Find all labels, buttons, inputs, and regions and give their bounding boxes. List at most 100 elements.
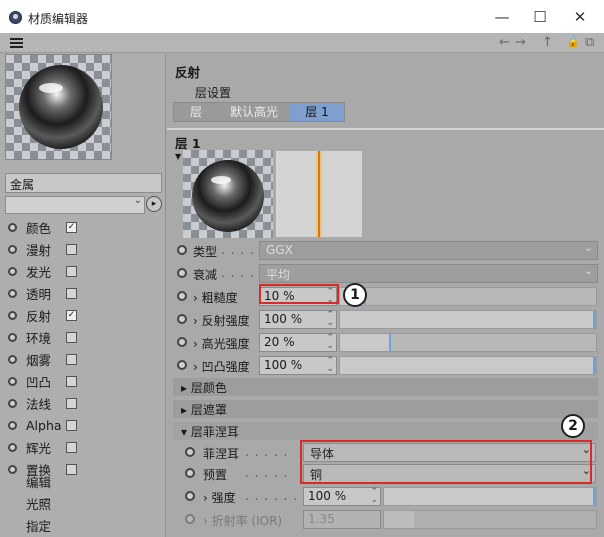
fold-layer-color[interactable]: ▸ 层颜色 bbox=[173, 378, 598, 396]
material-name-field[interactable]: 金属 bbox=[5, 173, 162, 193]
strength-slider[interactable] bbox=[383, 487, 597, 506]
material-preview[interactable] bbox=[5, 54, 112, 160]
layer-tabs: 层 默认高光 层 1 bbox=[173, 102, 345, 122]
ior-row: › 折射率 (IOR) 1.35 bbox=[173, 509, 598, 530]
channel-item[interactable]: 法线 bbox=[8, 393, 77, 413]
channel-assign[interactable]: 指定 bbox=[26, 516, 51, 535]
strength-row: › 强度 . . . . . . 100 % ⌃ ⌄ bbox=[173, 486, 598, 507]
animate-dot-icon[interactable] bbox=[177, 268, 187, 278]
channel-dot-icon bbox=[8, 222, 17, 232]
material-editor-window: 材质编辑器 — ☐ ✕ ← → ↑ 🔓 ⧉ 金属 ⌄ ▸ 颜色 ✓ 漫射 发光 … bbox=[0, 0, 604, 537]
channel-item[interactable]: Alpha bbox=[8, 415, 77, 435]
lock-icon[interactable]: 🔓 bbox=[566, 35, 580, 48]
animate-dot-icon[interactable] bbox=[177, 360, 187, 370]
channel-item[interactable]: 漫射 bbox=[8, 239, 77, 259]
tab-default-specular[interactable]: 默认高光 bbox=[218, 103, 290, 121]
channel-checkbox[interactable] bbox=[66, 397, 77, 409]
channel-dot-icon bbox=[8, 244, 17, 254]
channel-dot-icon bbox=[8, 442, 17, 452]
channel-item[interactable]: 反射 ✓ bbox=[8, 305, 77, 325]
strength-field[interactable]: 100 % ⌃ ⌄ bbox=[303, 487, 381, 506]
channel-item[interactable]: 烟雾 bbox=[8, 349, 77, 369]
channel-label: 漫射 bbox=[26, 242, 52, 258]
channel-item[interactable]: 透明 bbox=[8, 283, 77, 303]
channel-label: 环境 bbox=[26, 330, 52, 346]
channel-label: 法线 bbox=[26, 396, 52, 412]
animate-dot-icon[interactable] bbox=[177, 245, 187, 255]
specular-curve-preview bbox=[275, 150, 363, 238]
divider bbox=[167, 128, 604, 130]
slider-label: › 凹凸强度 bbox=[193, 360, 250, 374]
window-title: 材质编辑器 bbox=[28, 12, 89, 26]
channel-item[interactable]: 环境 bbox=[8, 327, 77, 347]
channel-edit[interactable]: 编辑 bbox=[26, 472, 51, 491]
target-pick-icon[interactable]: ▸ bbox=[146, 196, 162, 212]
strength-label: › 强度 bbox=[203, 491, 236, 505]
material-combo[interactable]: ⌄ bbox=[5, 195, 145, 214]
preset-label: 预置 bbox=[203, 468, 228, 482]
animate-dot-icon[interactable] bbox=[185, 447, 195, 457]
collapse-triangle-icon[interactable]: ▼ bbox=[175, 152, 181, 161]
slider-track[interactable] bbox=[339, 287, 597, 306]
dot-leader: . . . . . bbox=[245, 445, 289, 459]
channel-label: 凹凸 bbox=[26, 374, 52, 390]
attenuation-dropdown[interactable]: 平均 ⌄ bbox=[259, 264, 598, 283]
maximize-icon[interactable]: ☐ bbox=[522, 6, 558, 28]
channel-dot-icon bbox=[8, 332, 17, 342]
channel-lighting[interactable]: 光照 bbox=[26, 494, 51, 513]
fold-layer-fresnel[interactable]: ▾ 层菲涅耳 bbox=[173, 422, 598, 440]
ior-slider bbox=[383, 510, 597, 529]
channel-label: 反射 bbox=[26, 308, 52, 324]
spinner-icon[interactable]: ⌃ ⌄ bbox=[326, 357, 334, 374]
spinner-icon[interactable]: ⌃ ⌄ bbox=[370, 488, 378, 505]
spinner-icon[interactable]: ⌃ ⌄ bbox=[326, 334, 334, 351]
animate-dot-icon[interactable] bbox=[185, 491, 195, 501]
slider-value: 100 % bbox=[264, 358, 303, 372]
tab-layer[interactable]: 层 bbox=[174, 103, 218, 121]
channel-checkbox[interactable] bbox=[66, 441, 77, 453]
animate-dot-icon[interactable] bbox=[177, 337, 187, 347]
minimize-icon[interactable]: — bbox=[484, 6, 520, 28]
channel-checkbox[interactable] bbox=[66, 243, 77, 255]
type-dropdown[interactable]: GGX ⌄ bbox=[259, 241, 598, 260]
channel-checkbox[interactable] bbox=[66, 265, 77, 277]
hamburger-menu-icon[interactable] bbox=[10, 38, 23, 48]
forward-arrow-icon[interactable]: → bbox=[515, 35, 526, 50]
animate-dot-icon[interactable] bbox=[177, 291, 187, 301]
animate-dot-icon[interactable] bbox=[177, 314, 187, 324]
extra-row bbox=[173, 532, 598, 537]
new-window-icon[interactable]: ⧉ bbox=[585, 35, 594, 50]
up-arrow-icon[interactable]: ↑ bbox=[542, 35, 553, 50]
channel-dot-icon bbox=[8, 288, 17, 298]
channel-checkbox[interactable] bbox=[66, 463, 77, 475]
channel-item[interactable]: 凹凸 bbox=[8, 371, 77, 391]
animate-dot-icon[interactable] bbox=[185, 468, 195, 478]
channel-checkbox[interactable]: ✓ bbox=[66, 309, 77, 321]
slider-track[interactable] bbox=[339, 310, 597, 329]
close-icon[interactable]: ✕ bbox=[562, 6, 598, 28]
channel-checkbox[interactable] bbox=[66, 331, 77, 343]
spinner-icon[interactable]: ⌃ ⌄ bbox=[326, 311, 334, 328]
channel-checkbox[interactable] bbox=[66, 419, 77, 431]
slider-row: › 高光强度 20 % ⌃ ⌄ bbox=[173, 332, 598, 353]
channel-item[interactable]: 辉光 bbox=[8, 437, 77, 457]
fresnel-highlight-box bbox=[300, 440, 592, 484]
channel-item[interactable]: 发光 bbox=[8, 261, 77, 281]
channel-checkbox[interactable] bbox=[66, 353, 77, 365]
slider-value-field[interactable]: 100 % ⌃ ⌄ bbox=[259, 356, 337, 375]
back-arrow-icon[interactable]: ← bbox=[499, 35, 510, 50]
channel-checkbox[interactable]: ✓ bbox=[66, 221, 77, 233]
slider-label: › 反射强度 bbox=[193, 314, 250, 328]
channel-item[interactable]: 颜色 ✓ bbox=[8, 217, 77, 237]
channel-checkbox[interactable] bbox=[66, 375, 77, 387]
slider-track[interactable] bbox=[339, 356, 597, 375]
channel-checkbox[interactable] bbox=[66, 287, 77, 299]
callout-1: 1 bbox=[343, 283, 367, 307]
fold-layer-mask[interactable]: ▸ 层遮罩 bbox=[173, 400, 598, 418]
fresnel-label: 菲涅耳 bbox=[203, 447, 240, 461]
slider-value-field[interactable]: 20 % ⌃ ⌄ bbox=[259, 333, 337, 352]
tab-layer-1[interactable]: 层 1 bbox=[290, 103, 344, 121]
slider-track[interactable] bbox=[339, 333, 597, 352]
attenuation-row: 衰减 . . . . 平均 ⌄ bbox=[173, 263, 598, 284]
slider-value-field[interactable]: 100 % ⌃ ⌄ bbox=[259, 310, 337, 329]
